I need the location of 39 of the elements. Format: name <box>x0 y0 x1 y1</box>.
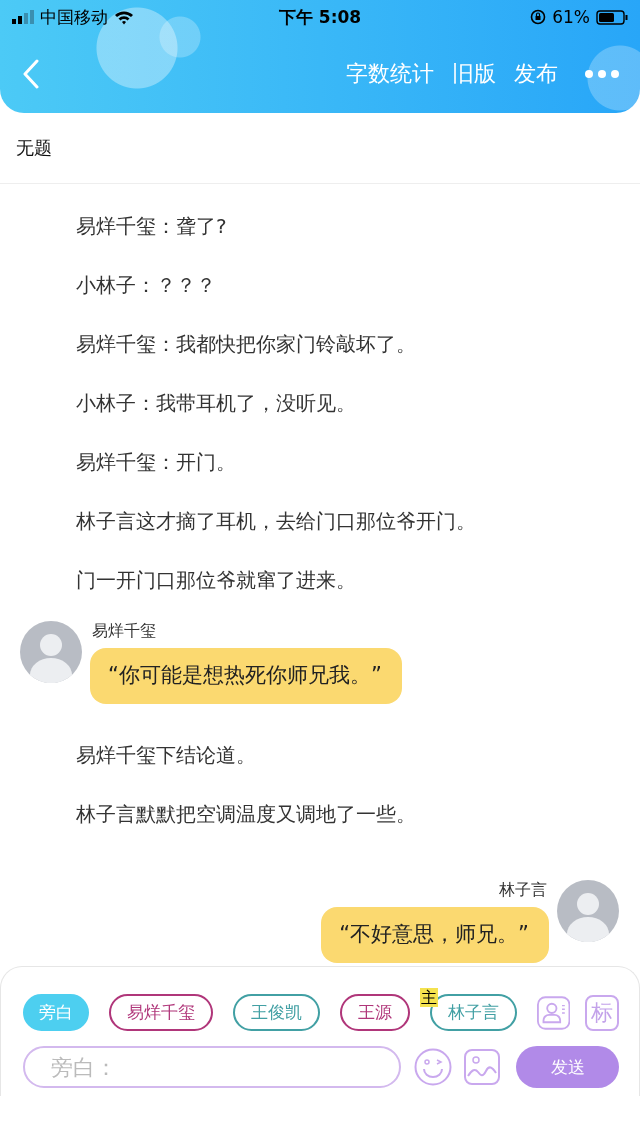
story-paragraph: 小林子：我带耳机了，没听见。 <box>76 390 356 417</box>
speech-bubble: “不好意思，师兄。” <box>321 907 549 963</box>
header-action[interactable]: 字数统计 <box>346 58 434 89</box>
story-paragraph: 门一开门口那位爷就窜了进来。 <box>76 567 356 594</box>
story-paragraph: 易烊千玺：开门。 <box>76 449 236 476</box>
speaker-name: 林子言 <box>499 880 547 901</box>
speaker-name: 易烊千玺 <box>92 621 156 642</box>
story-paragraph: 易烊千玺下结论道。 <box>76 742 256 769</box>
story-paragraph: 林子言默默把空调温度又调地了一些。 <box>76 801 416 828</box>
story-paragraph: 易烊千玺：聋了? <box>76 213 227 240</box>
more-icon[interactable] <box>584 68 620 79</box>
emoji-icon[interactable] <box>414 1048 452 1086</box>
message-input[interactable]: 旁白： <box>23 1046 401 1088</box>
battery-icon <box>596 9 628 25</box>
battery-percent: 61% <box>552 7 590 27</box>
image-icon[interactable] <box>464 1049 500 1085</box>
wifi-icon <box>114 9 134 25</box>
header-action[interactable]: 发布 <box>514 58 558 89</box>
document-title: 无题 <box>16 136 52 160</box>
main-role-badge: 主 <box>420 988 438 1007</box>
send-button[interactable]: 发送 <box>516 1046 619 1088</box>
carrier-name: 中国移动 <box>40 5 108 29</box>
role-chip[interactable]: 旁白 <box>23 994 89 1031</box>
contact-card-icon[interactable] <box>537 994 571 1031</box>
role-chip[interactable]: 王俊凯 <box>233 994 320 1031</box>
role-chip[interactable]: 王源 <box>340 994 410 1031</box>
rotation-lock-icon <box>530 9 547 25</box>
story-paragraph: 易烊千玺：我都快把你家门铃敲坏了。 <box>76 331 416 358</box>
role-chip[interactable]: 易烊千玺 <box>109 994 213 1031</box>
header-action[interactable]: 旧版 <box>452 58 496 89</box>
story-paragraph: 林子言这才摘了耳机，去给门口那位爷开门。 <box>76 508 476 535</box>
tag-button[interactable]: 标 <box>585 994 619 1031</box>
signal-icon <box>12 10 34 24</box>
back-icon[interactable] <box>22 58 40 89</box>
story-paragraph: 小林子：？？？ <box>76 272 216 299</box>
avatar-icon <box>20 621 82 683</box>
status-time: 下午 5:08 <box>278 5 362 29</box>
speech-bubble: “你可能是想热死你师兄我。” <box>90 648 402 704</box>
avatar-icon <box>557 880 619 942</box>
